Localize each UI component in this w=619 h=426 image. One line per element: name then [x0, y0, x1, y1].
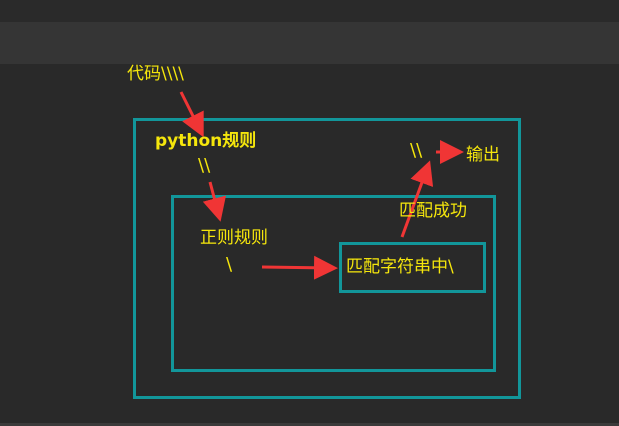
- match-string-label: 匹配字符串中\: [346, 257, 454, 277]
- arrow-regex-to-match: [261, 255, 338, 280]
- output-chars: \\: [410, 140, 423, 161]
- regex-rule-char: \: [226, 254, 233, 275]
- code-label: 代码\\\\: [127, 64, 184, 84]
- regex-rule-label: 正则规则: [200, 228, 268, 248]
- python-rule-label: python规则: [155, 131, 257, 151]
- match-success-label: 匹配成功: [399, 201, 467, 221]
- arrows-layer: [179, 91, 464, 280]
- python-rule-chars: \\: [198, 155, 211, 176]
- output-label: 输出: [466, 145, 500, 165]
- arrow-code-to-python: [179, 91, 204, 138]
- arrow-python-to-regex: [202, 181, 226, 222]
